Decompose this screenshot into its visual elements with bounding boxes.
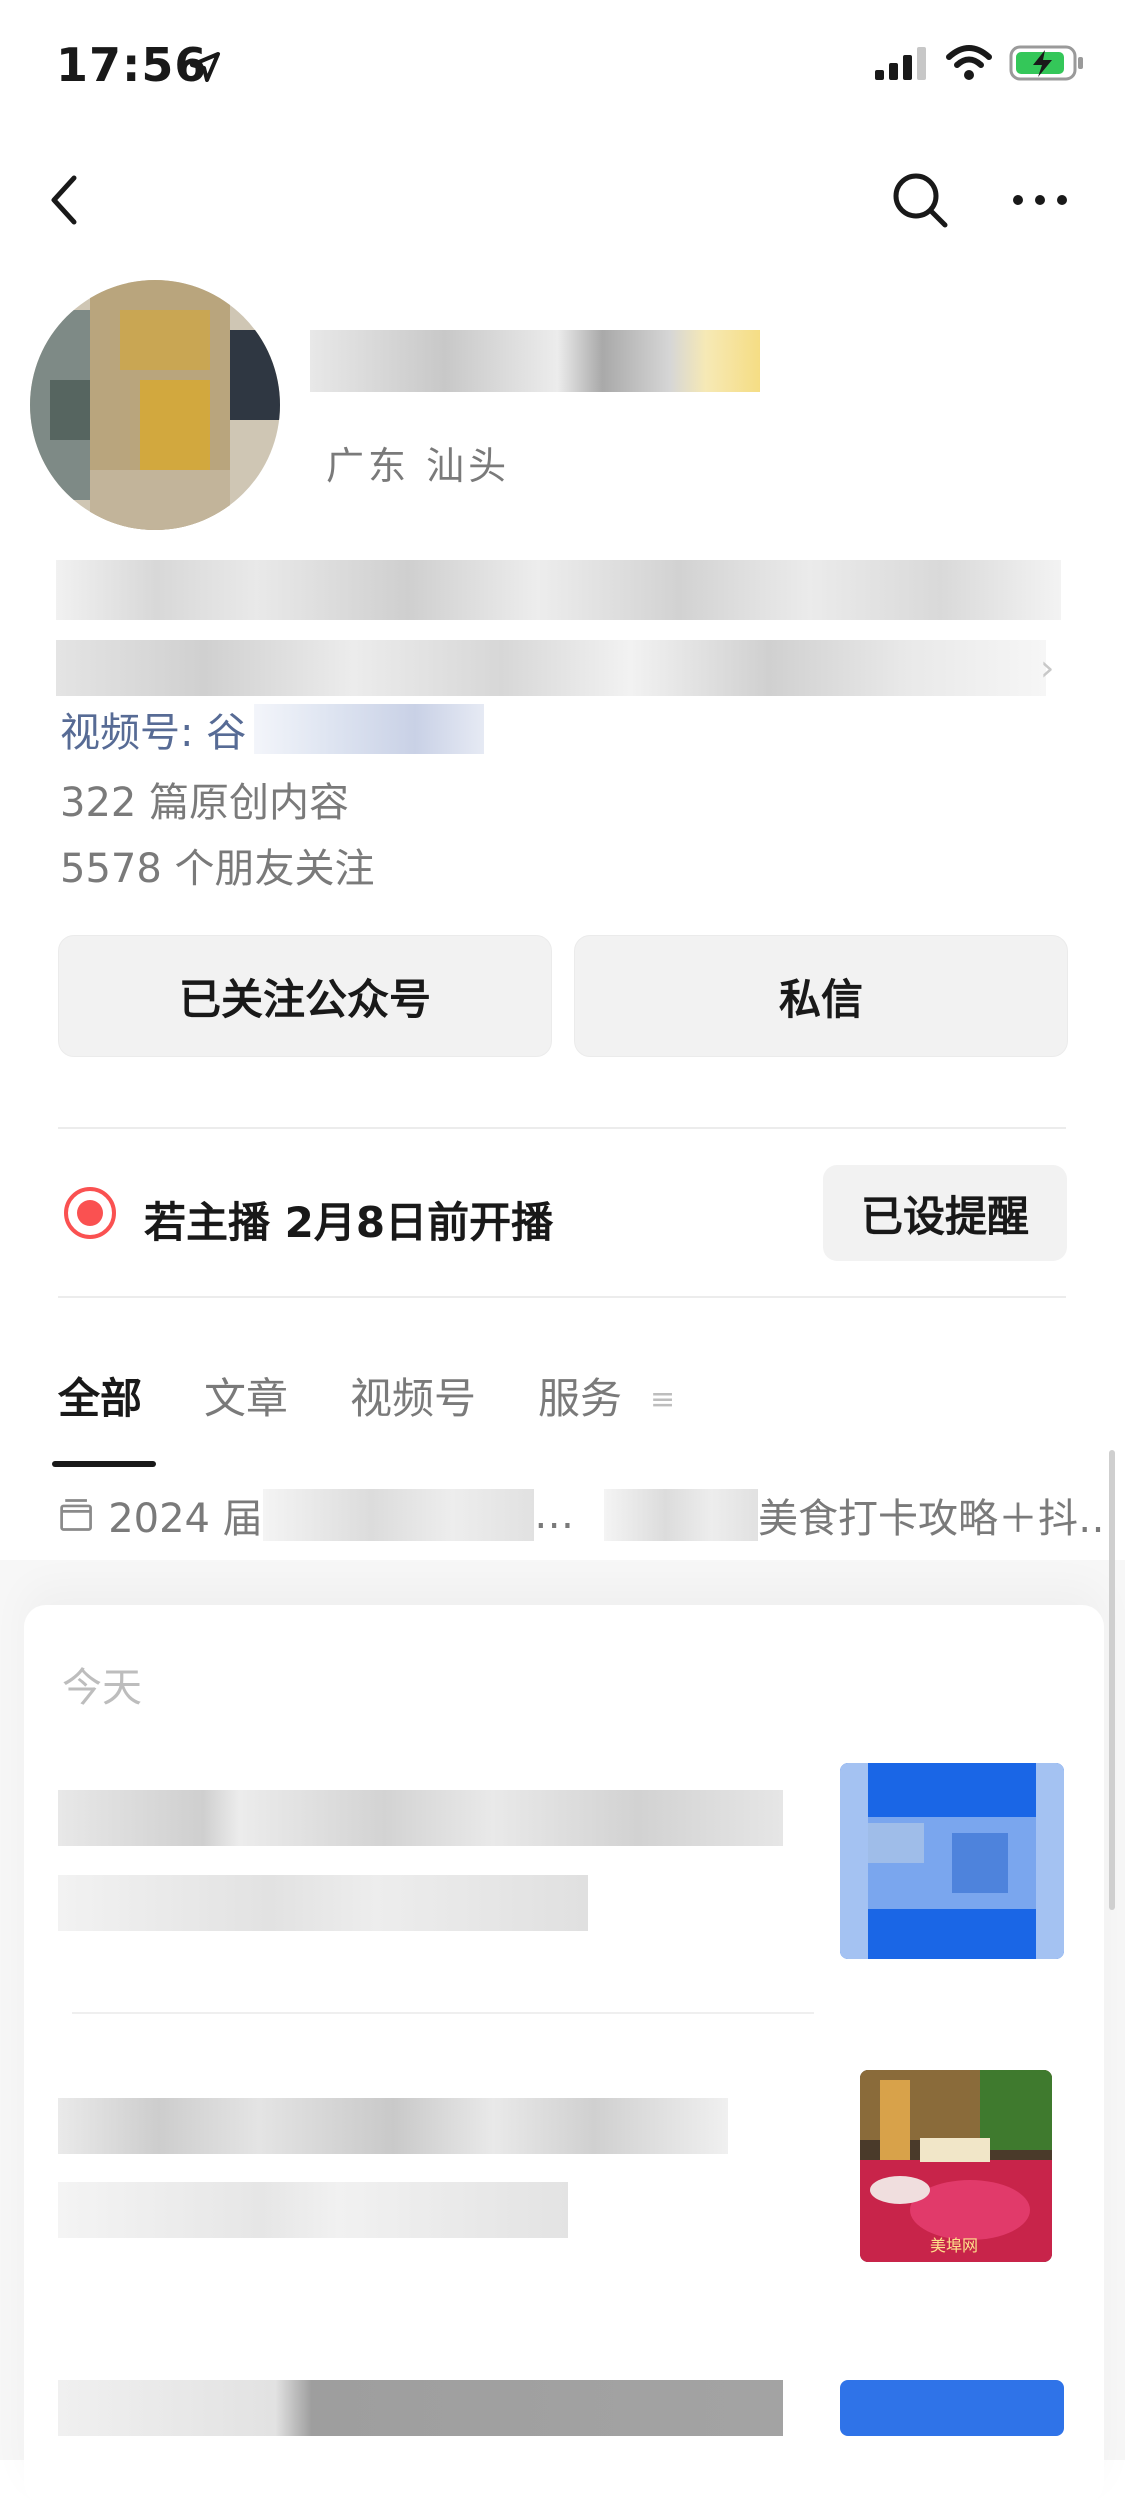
channel-link[interactable]: 视频号: 谷: [60, 700, 485, 758]
thumbnail-caption: 美埠网: [930, 2236, 979, 2255]
feed-divider: [72, 2012, 814, 2014]
live-notice-text: 若主播 2月8日前开播: [144, 1198, 554, 1247]
wifi-icon: [946, 45, 992, 80]
feed-day-label: 今天: [62, 1665, 142, 1711]
tab-services[interactable]: 服务: [538, 1365, 622, 1445]
region-label: 广东 汕头: [326, 444, 511, 488]
album-prefix: 2024 届: [108, 1496, 263, 1542]
more-dots-icon[interactable]: [1010, 180, 1070, 220]
article-thumbnail-3[interactable]: [840, 2380, 1064, 2436]
channel-name: [254, 704, 485, 754]
content-tabs: 全部 文章 视频号 服务: [51, 1365, 684, 1467]
nav-bar: [0, 150, 1125, 250]
bio-line-2[interactable]: [56, 640, 1046, 696]
article-title-1b[interactable]: [58, 1875, 588, 1931]
account-name: [310, 330, 760, 392]
chevron-right-icon: ›: [1040, 648, 1055, 689]
article-title-3[interactable]: [58, 2380, 783, 2436]
live-notice: 若主播 2月8日前开播 已设提醒: [58, 1165, 1067, 1265]
album-title-blur-2: [604, 1489, 758, 1541]
remind-button[interactable]: 已设提醒: [823, 1165, 1067, 1261]
tab-all[interactable]: 全部: [51, 1365, 157, 1467]
avatar[interactable]: [30, 280, 280, 530]
signal-icon: [875, 47, 926, 80]
article-title-2[interactable]: [58, 2098, 728, 2154]
follow-button[interactable]: 已关注公众号: [58, 935, 552, 1057]
original-count: 322 篇原创内容: [60, 780, 350, 826]
avatar-image: [30, 280, 280, 530]
article-thumbnail-2[interactable]: 美埠网: [860, 2070, 1052, 2262]
divider: [58, 1296, 1066, 1298]
album-ellipsis: …: [534, 1492, 575, 1538]
status-bar: 17:56: [0, 0, 1125, 130]
location-arrow-icon: [190, 52, 220, 82]
channel-prefix: 视频号: 谷: [60, 710, 247, 756]
message-button[interactable]: 私信: [574, 935, 1068, 1057]
status-time: 17:56: [56, 38, 208, 92]
bio-line-1: [56, 560, 1061, 620]
live-record-icon: [64, 1187, 116, 1239]
album-row[interactable]: 2024 届 … 美食打卡攻略＋抖…: [58, 1485, 1118, 1545]
chevron-left-icon[interactable]: [40, 170, 90, 230]
battery-icon: [1009, 45, 1083, 81]
article-thumbnail-1[interactable]: [840, 1763, 1064, 1959]
search-icon[interactable]: [890, 170, 950, 230]
tabs-more-icon[interactable]: ≡: [650, 1382, 675, 1417]
friends-follow-count[interactable]: 5578 个朋友关注: [60, 836, 375, 894]
folder-icon: [60, 1499, 92, 1531]
feed-card: [24, 1605, 1104, 2505]
album-suffix: 美食打卡攻略＋抖…: [758, 1496, 1118, 1542]
article-title-1[interactable]: [58, 1790, 783, 1846]
article-title-2b[interactable]: [58, 2182, 568, 2238]
tab-channels[interactable]: 视频号: [350, 1365, 476, 1445]
scrollbar[interactable]: [1109, 1450, 1115, 1910]
divider: [58, 1127, 1066, 1129]
tab-articles[interactable]: 文章: [204, 1365, 288, 1445]
album-title-blur: [262, 1489, 535, 1541]
